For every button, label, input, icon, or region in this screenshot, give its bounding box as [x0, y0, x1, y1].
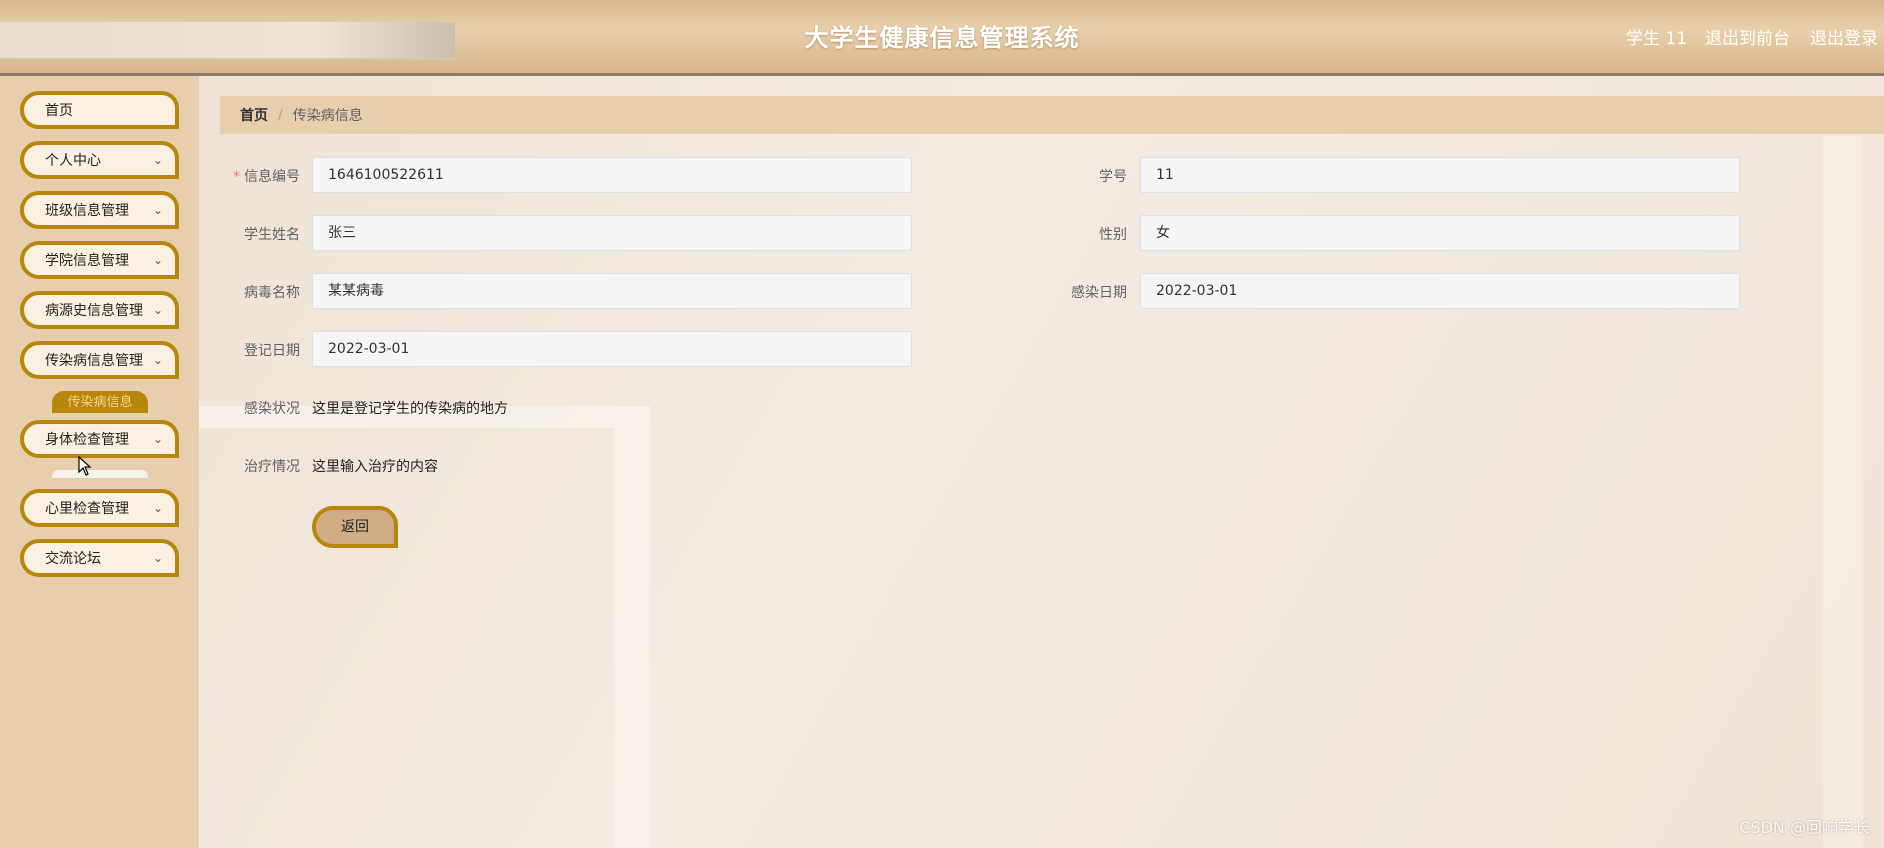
- sidebar-item-label: 交流论坛: [45, 551, 101, 567]
- breadcrumb-separator: /: [278, 107, 283, 123]
- sidebar: 首页 个人中心 ⌄ 班级信息管理 ⌄ 学院信息管理 ⌄ 病源史信息管理 ⌄ 传染…: [0, 76, 199, 848]
- sidebar-item-college-info[interactable]: 学院信息管理 ⌄: [20, 241, 179, 279]
- register-date-label: 登记日期: [244, 343, 300, 359]
- sidebar-item-label: 病源史信息管理: [45, 303, 143, 319]
- logout-link[interactable]: 退出登录: [1810, 24, 1878, 49]
- submenu-collapsed: [52, 470, 148, 478]
- breadcrumb: 首页 / 传染病信息: [220, 96, 1884, 134]
- gender-field[interactable]: 女: [1140, 215, 1740, 251]
- sidebar-item-label: 学院信息管理: [45, 253, 129, 269]
- sidebar-item-medical-history[interactable]: 病源史信息管理 ⌄: [20, 291, 179, 329]
- back-button[interactable]: 返回: [312, 506, 398, 548]
- infect-date-label: 感染日期: [1071, 285, 1127, 301]
- sidebar-item-forum[interactable]: 交流论坛 ⌄: [20, 539, 179, 577]
- chevron-down-icon: ⌄: [152, 303, 163, 317]
- info-no-label: * 信息编号: [233, 169, 300, 185]
- student-no-field[interactable]: 11: [1140, 157, 1740, 193]
- infect-date-field[interactable]: 2022-03-01: [1140, 273, 1740, 309]
- infect-status-value: 这里是登记学生的传染病的地方: [312, 401, 508, 417]
- main-content: 首页 / 传染病信息 * 信息编号 1646100522611 学号 11 学生姓…: [199, 76, 1884, 848]
- chevron-down-icon: ⌄: [152, 153, 163, 167]
- current-user-label: 学生 11: [1626, 29, 1688, 49]
- info-no-field[interactable]: 1646100522611: [312, 157, 912, 193]
- sidebar-item-home[interactable]: 首页: [20, 91, 179, 129]
- sidebar-item-label: 个人中心: [45, 153, 101, 169]
- sidebar-subitem-infectious-info[interactable]: 传染病信息: [52, 391, 148, 413]
- sidebar-item-label: 班级信息管理: [45, 203, 129, 219]
- chevron-down-icon: ⌄: [152, 253, 163, 267]
- gender-label: 性别: [1099, 227, 1127, 243]
- treatment-label: 治疗情况: [244, 459, 300, 475]
- sidebar-item-mental-exam[interactable]: 心里检查管理 ⌄: [20, 489, 179, 527]
- sidebar-item-physical-exam[interactable]: 身体检查管理 ⌄: [20, 420, 179, 458]
- student-no-label: 学号: [1099, 169, 1127, 185]
- virus-name-label: 病毒名称: [244, 285, 300, 301]
- chevron-down-icon: ⌄: [152, 353, 163, 367]
- watermark: CSDN @回响学长: [1739, 818, 1870, 837]
- register-date-field[interactable]: 2022-03-01: [312, 331, 912, 367]
- back-to-frontend-link[interactable]: 退出到前台: [1705, 24, 1790, 49]
- student-name-field[interactable]: 张三: [312, 215, 912, 251]
- chevron-down-icon: ⌄: [152, 203, 163, 217]
- infect-status-label: 感染状况: [244, 401, 300, 417]
- sidebar-item-infectious-disease[interactable]: 传染病信息管理 ⌄: [20, 341, 179, 379]
- chevron-down-icon: ⌄: [152, 501, 163, 515]
- sidebar-item-label: 身体检查管理: [45, 432, 129, 448]
- sidebar-item-personal-center[interactable]: 个人中心 ⌄: [20, 141, 179, 179]
- sidebar-item-class-info[interactable]: 班级信息管理 ⌄: [20, 191, 179, 229]
- mouse-cursor-icon: [78, 456, 92, 476]
- required-marker: *: [233, 169, 240, 185]
- breadcrumb-home[interactable]: 首页: [240, 105, 268, 125]
- treatment-value: 这里输入治疗的内容: [312, 459, 438, 475]
- breadcrumb-current: 传染病信息: [292, 108, 363, 124]
- background-frame: [614, 406, 650, 848]
- chevron-down-icon: ⌄: [152, 432, 163, 446]
- sidebar-item-label: 传染病信息管理: [45, 353, 143, 369]
- student-name-label: 学生姓名: [244, 227, 300, 243]
- sidebar-item-label: 首页: [45, 103, 73, 119]
- app-title: 大学生健康信息管理系统: [804, 24, 1080, 52]
- sidebar-item-label: 心里检查管理: [45, 501, 129, 517]
- chevron-down-icon: ⌄: [152, 551, 163, 565]
- top-header: 大学生健康信息管理系统 学生 11 退出到前台 退出登录: [0, 0, 1884, 76]
- virus-name-field[interactable]: 某某病毒: [312, 273, 912, 309]
- background-frame: [1823, 136, 1863, 848]
